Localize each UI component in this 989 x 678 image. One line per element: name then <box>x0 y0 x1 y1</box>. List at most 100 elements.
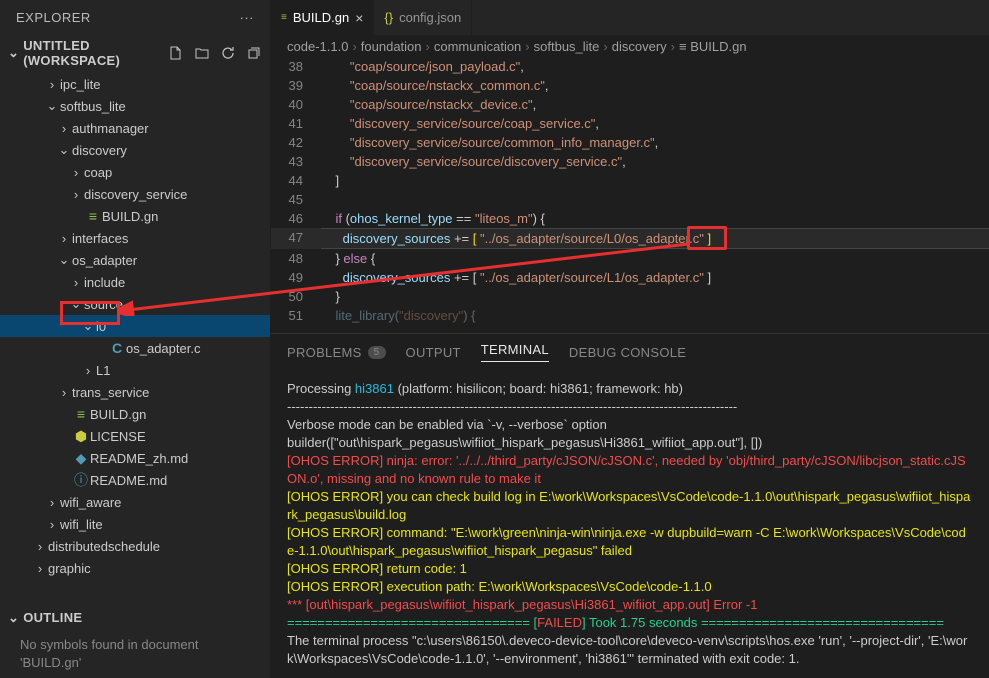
tree-row-authmanager[interactable]: ›authmanager <box>0 117 270 139</box>
code-line[interactable]: 47 discovery_sources += [ "../os_adapter… <box>271 228 989 249</box>
breadcrumb-item[interactable]: code-1.1.0 <box>287 39 348 54</box>
code-line[interactable]: 49 discovery_sources += [ "../os_adapter… <box>271 268 989 287</box>
outline-body: No symbols found in document 'BUILD.gn' <box>0 630 270 678</box>
code-text: ] <box>321 171 989 190</box>
breadcrumb-item[interactable]: softbus_lite <box>534 39 600 54</box>
panel-tab-terminal[interactable]: TERMINAL <box>481 342 549 362</box>
line-number: 47 <box>271 228 321 249</box>
tab-config-json[interactable]: {}config.json <box>374 0 472 35</box>
explorer-title: EXPLORER <box>16 10 240 25</box>
breadcrumb-separator: › <box>352 39 356 54</box>
code-line[interactable]: 48 } else { <box>271 249 989 268</box>
breadcrumb-item[interactable]: discovery <box>612 39 667 54</box>
code-text: "coap/source/nstackx_device.c", <box>321 95 989 114</box>
tree-label: L1 <box>96 363 110 378</box>
tab-label: BUILD.gn <box>293 10 349 25</box>
code-text: "discovery_service/source/coap_service.c… <box>321 114 989 133</box>
tree-row-l1[interactable]: ›L1 <box>0 359 270 381</box>
terminal-output[interactable]: Processing hi3861 (platform: hisilicon; … <box>271 370 989 678</box>
outline-header[interactable]: ⌄ OUTLINE <box>0 606 270 630</box>
tree-row-wifi-lite[interactable]: ›wifi_lite <box>0 513 270 535</box>
tree-label: wifi_lite <box>60 517 103 532</box>
tree-row-coap[interactable]: ›coap <box>0 161 270 183</box>
code-line[interactable]: 38 "coap/source/json_payload.c", <box>271 57 989 76</box>
tree-label: BUILD.gn <box>90 407 146 422</box>
breadcrumb-separator: › <box>671 39 675 54</box>
tree-label: distributedschedule <box>48 539 160 554</box>
tree-label: authmanager <box>72 121 149 136</box>
tab-bar: ≡BUILD.gn×{}config.json <box>271 0 989 35</box>
tree-row-l0[interactable]: ⌄l0 <box>0 315 270 337</box>
code-line[interactable]: 45 <box>271 190 989 209</box>
tree-row-build-gn[interactable]: ≡BUILD.gn <box>0 403 270 425</box>
tree-row-include[interactable]: ›include <box>0 271 270 293</box>
code-line[interactable]: 51 lite_library("discovery") { <box>271 306 989 325</box>
tab-build-gn[interactable]: ≡BUILD.gn× <box>271 0 374 35</box>
line-number: 44 <box>271 171 321 190</box>
tree-row-readme-md[interactable]: ⓘREADME.md <box>0 469 270 491</box>
code-editor[interactable]: 38 "coap/source/json_payload.c",39 "coap… <box>271 57 989 333</box>
new-folder-icon[interactable] <box>194 45 210 61</box>
tree-row-discovery[interactable]: ⌄discovery <box>0 139 270 161</box>
explorer-more-icon[interactable]: ··· <box>240 10 255 25</box>
code-text: } <box>321 287 989 306</box>
code-line[interactable]: 42 "discovery_service/source/common_info… <box>271 133 989 152</box>
tree-label: trans_service <box>72 385 149 400</box>
tree-label: README.md <box>90 473 167 488</box>
line-number: 48 <box>271 249 321 268</box>
chevron-down-icon: ⌄ <box>8 45 19 61</box>
line-number: 51 <box>271 306 321 325</box>
close-icon[interactable]: × <box>355 10 363 26</box>
tree-row-trans-service[interactable]: ›trans_service <box>0 381 270 403</box>
breadcrumb-item[interactable]: ≡ BUILD.gn <box>679 39 747 54</box>
tree-row-discovery-service[interactable]: ›discovery_service <box>0 183 270 205</box>
tree-label: include <box>84 275 125 290</box>
breadcrumb-separator: › <box>426 39 430 54</box>
tab-label: config.json <box>399 10 461 25</box>
line-number: 50 <box>271 287 321 306</box>
code-line[interactable]: 44 ] <box>271 171 989 190</box>
tree-row-interfaces[interactable]: ›interfaces <box>0 227 270 249</box>
workspace-name: UNTITLED (WORKSPACE) <box>23 38 168 68</box>
tree-label: interfaces <box>72 231 128 246</box>
refresh-icon[interactable] <box>220 45 236 61</box>
tree-row-build-gn[interactable]: ≡BUILD.gn <box>0 205 270 227</box>
tree-row-license[interactable]: ⬢LICENSE <box>0 425 270 447</box>
tree-row-graphic[interactable]: ›graphic <box>0 557 270 579</box>
panel-tab-output[interactable]: OUTPUT <box>406 342 461 362</box>
tree-row-readme-zh-md[interactable]: ◆README_zh.md <box>0 447 270 469</box>
code-text: discovery_sources += [ "../os_adapter/so… <box>321 268 989 287</box>
code-line[interactable]: 43 "discovery_service/source/discovery_s… <box>271 152 989 171</box>
tree-row-softbus-lite[interactable]: ⌄softbus_lite <box>0 95 270 117</box>
collapse-all-icon[interactable] <box>246 45 262 61</box>
tree-row-wifi-aware[interactable]: ›wifi_aware <box>0 491 270 513</box>
breadcrumb-item[interactable]: foundation <box>361 39 422 54</box>
tree-row-os-adapter[interactable]: ⌄os_adapter <box>0 249 270 271</box>
code-line[interactable]: 46 if (ohos_kernel_type == "liteos_m") { <box>271 209 989 228</box>
breadcrumb-item[interactable]: communication <box>434 39 521 54</box>
tree-row-source[interactable]: ⌄source <box>0 293 270 315</box>
tree-row-ipc-lite[interactable]: ›ipc_lite <box>0 73 270 95</box>
breadcrumb: code-1.1.0›foundation›communication›soft… <box>271 35 989 57</box>
panel-tab-problems[interactable]: PROBLEMS5 <box>287 342 386 362</box>
tree-label: discovery_service <box>84 187 187 202</box>
code-line[interactable]: 40 "coap/source/nstackx_device.c", <box>271 95 989 114</box>
code-text: "discovery_service/source/common_info_ma… <box>321 133 989 152</box>
code-line[interactable]: 41 "discovery_service/source/coap_servic… <box>271 114 989 133</box>
tree-label: coap <box>84 165 112 180</box>
line-number: 40 <box>271 95 321 114</box>
tree-row-os-adapter-c[interactable]: Cos_adapter.c <box>0 337 270 359</box>
workspace-toolbar <box>168 45 262 61</box>
tree-row-distributedschedule[interactable]: ›distributedschedule <box>0 535 270 557</box>
line-number: 43 <box>271 152 321 171</box>
code-line[interactable]: 50 } <box>271 287 989 306</box>
panel-tab-debug-console[interactable]: DEBUG CONSOLE <box>569 342 686 362</box>
code-text: if (ohos_kernel_type == "liteos_m") { <box>321 209 989 228</box>
code-line[interactable]: 39 "coap/source/nstackx_common.c", <box>271 76 989 95</box>
workspace-header[interactable]: ⌄ UNTITLED (WORKSPACE) <box>0 35 270 71</box>
tree-label: graphic <box>48 561 91 576</box>
new-file-icon[interactable] <box>168 45 184 61</box>
explorer-header: EXPLORER ··· <box>0 0 270 35</box>
breadcrumb-separator: › <box>603 39 607 54</box>
line-number: 41 <box>271 114 321 133</box>
